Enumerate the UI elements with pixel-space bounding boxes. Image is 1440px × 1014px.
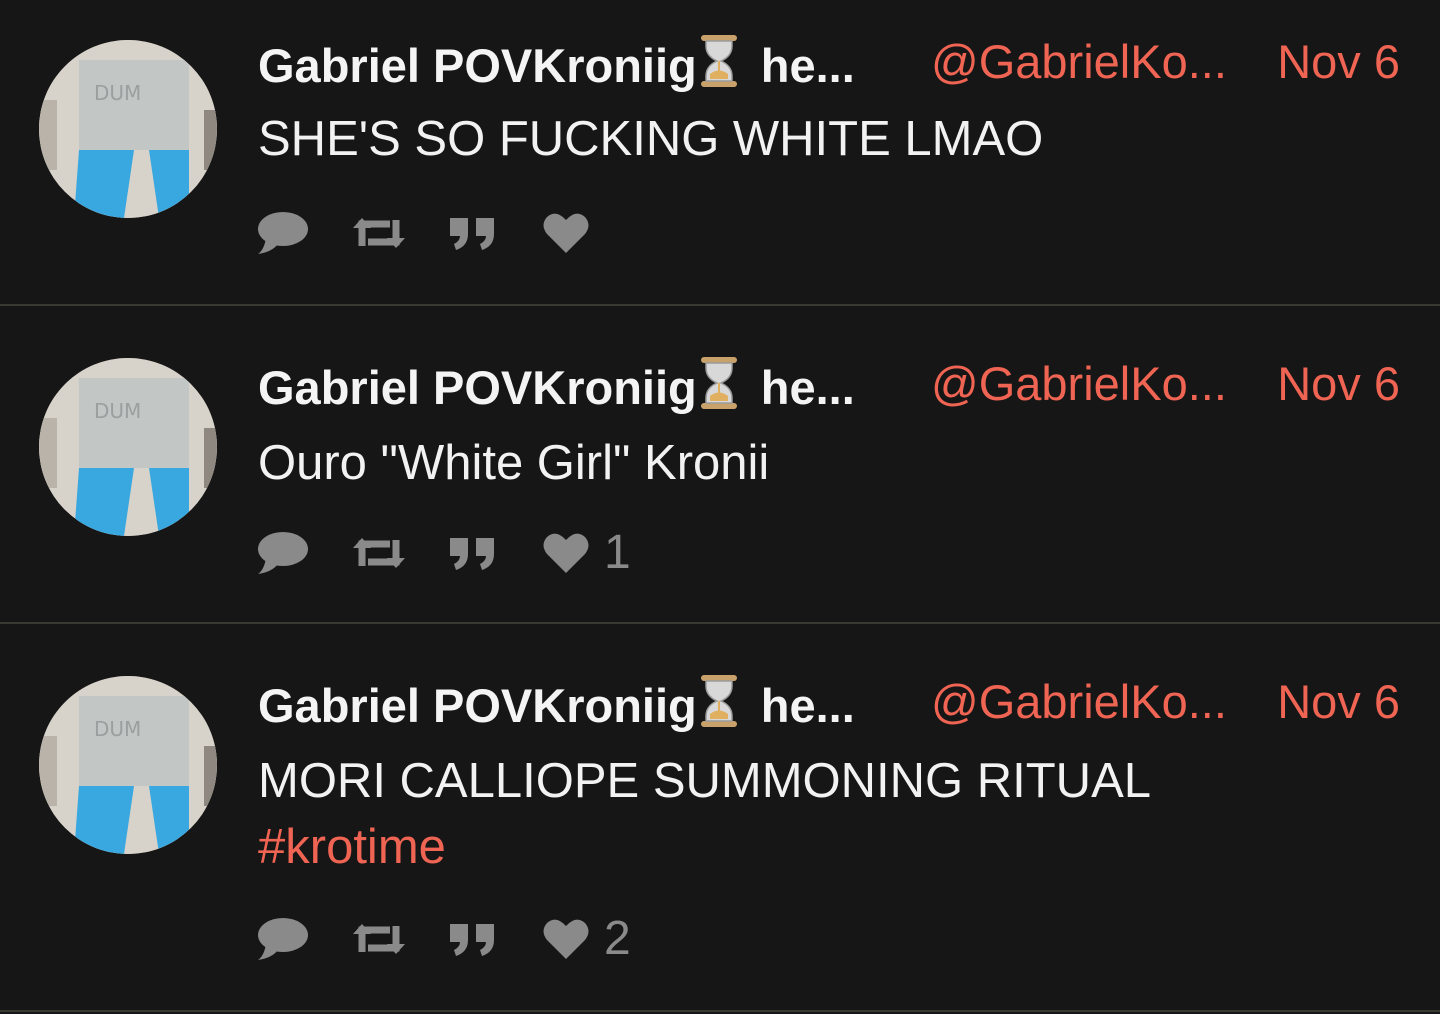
heart-icon xyxy=(542,211,590,255)
post-text: MORI CALLIOPE SUMMONING RITUAL #krotime xyxy=(258,748,1400,880)
heart-icon xyxy=(542,531,590,575)
repost-button[interactable] xyxy=(352,208,406,258)
post-text: Ouro "White Girl" Kronii xyxy=(258,430,1400,496)
post-item[interactable]: DUM Gabriel POVKroniig he... @GabrielKo..… xyxy=(0,0,1440,304)
author-handle[interactable]: @GabrielKo... xyxy=(931,356,1227,412)
post-text: SHE'S SO FUCKING WHITE LMAO xyxy=(258,106,1400,172)
quote-button[interactable] xyxy=(446,528,500,578)
repost-arrows-icon xyxy=(352,528,406,578)
quote-button[interactable] xyxy=(446,914,500,964)
timeline-feed: DUM Gabriel POVKroniig he... @GabrielKo..… xyxy=(0,0,1440,1014)
post-item[interactable]: DUM Gabriel POVKroniig he... @GabrielKo..… xyxy=(0,306,1440,622)
author-name[interactable]: Gabriel POVKroniig he... xyxy=(258,356,855,422)
heart-icon xyxy=(542,917,590,961)
quote-button[interactable] xyxy=(446,208,500,258)
repost-arrows-icon xyxy=(352,914,406,964)
post-divider xyxy=(0,1010,1440,1012)
speech-bubble-icon xyxy=(256,528,310,578)
post-body: MORI CALLIOPE SUMMONING RITUAL xyxy=(258,754,1152,808)
post-header: Gabriel POVKroniig he... @GabrielKo... No… xyxy=(258,674,1400,732)
like-button[interactable] xyxy=(542,208,604,258)
like-count: 2 xyxy=(604,912,631,965)
author-handle[interactable]: @GabrielKo... xyxy=(931,34,1227,90)
hourglass-icon xyxy=(699,34,739,100)
post-date[interactable]: Nov 6 xyxy=(1277,34,1400,90)
author-handle[interactable]: @GabrielKo... xyxy=(931,674,1227,730)
author-name-truncated: he... xyxy=(760,39,855,92)
quote-marks-icon xyxy=(446,208,500,258)
repost-button[interactable] xyxy=(352,528,406,578)
avatar-sticky-note-text: DUM xyxy=(94,81,141,105)
post-body: SHE'S SO FUCKING WHITE LMAO xyxy=(258,112,1044,166)
speech-bubble-icon xyxy=(256,914,310,964)
like-button[interactable]: 1 xyxy=(542,528,631,578)
post-item[interactable]: DUM Gabriel POVKroniig he... @GabrielKo..… xyxy=(0,624,1440,1010)
like-button[interactable]: 2 xyxy=(542,914,631,964)
like-count: 1 xyxy=(604,526,631,579)
author-name-truncated: he... xyxy=(760,679,855,732)
post-body: Ouro "White Girl" Kronii xyxy=(258,436,770,490)
hashtag-link[interactable]: #krotime xyxy=(258,814,1400,880)
reply-button[interactable] xyxy=(256,914,310,964)
post-date[interactable]: Nov 6 xyxy=(1277,674,1400,730)
post-header: Gabriel POVKroniig he... @GabrielKo... No… xyxy=(258,34,1400,92)
author-name[interactable]: Gabriel POVKroniig he... xyxy=(258,34,855,100)
hourglass-icon xyxy=(699,356,739,422)
post-date[interactable]: Nov 6 xyxy=(1277,356,1400,412)
repost-arrows-icon xyxy=(352,208,406,258)
quote-marks-icon xyxy=(446,528,500,578)
hourglass-icon xyxy=(699,674,739,740)
repost-button[interactable] xyxy=(352,914,406,964)
avatar[interactable]: DUM xyxy=(39,40,217,218)
author-name[interactable]: Gabriel POVKroniig he... xyxy=(258,674,855,740)
reply-button[interactable] xyxy=(256,208,310,258)
author-name-truncated: he... xyxy=(760,361,855,414)
reply-button[interactable] xyxy=(256,528,310,578)
speech-bubble-icon xyxy=(256,208,310,258)
avatar[interactable]: DUM xyxy=(39,676,217,854)
avatar-sticky-note-text: DUM xyxy=(94,717,141,741)
avatar[interactable]: DUM xyxy=(39,358,217,536)
quote-marks-icon xyxy=(446,914,500,964)
post-header: Gabriel POVKroniig he... @GabrielKo... No… xyxy=(258,356,1400,414)
avatar-sticky-note-text: DUM xyxy=(94,399,141,423)
